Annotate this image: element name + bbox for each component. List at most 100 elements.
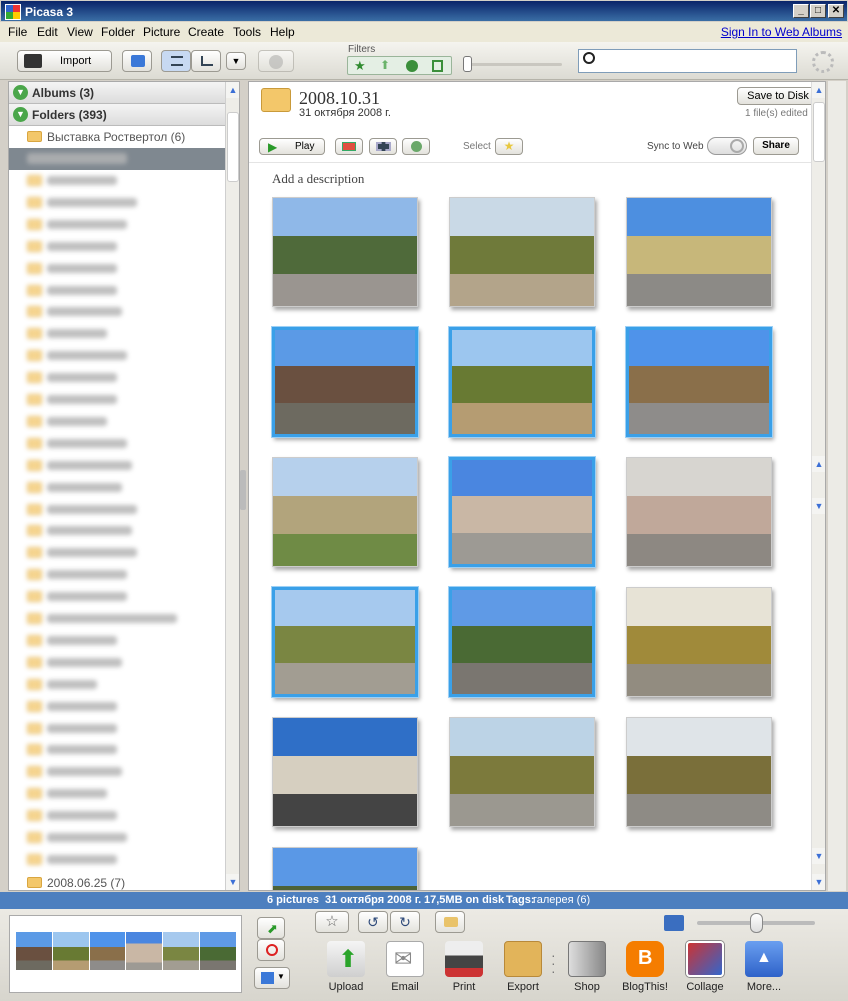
folder-item[interactable] [9, 608, 227, 630]
search-input[interactable] [601, 53, 791, 69]
folder-item[interactable] [9, 652, 227, 674]
folder-item[interactable] [9, 367, 227, 389]
photo-thumbnail[interactable] [626, 327, 772, 437]
scroll-down-icon[interactable]: ▼ [226, 874, 239, 890]
upload-button[interactable]: ⬆ Upload [318, 941, 374, 999]
tray-thumb[interactable] [89, 932, 126, 970]
tag-button[interactable] [435, 911, 465, 933]
pane-splitter[interactable] [240, 470, 246, 510]
star-button[interactable]: ☆ [315, 911, 349, 933]
share-button[interactable]: Share [753, 137, 799, 155]
folder-item[interactable] [9, 783, 227, 805]
folder-item[interactable] [9, 411, 227, 433]
collage-button[interactable]: Collage [677, 941, 733, 999]
folder-item[interactable] [9, 564, 227, 586]
scroll-down-icon[interactable]: ▼ [812, 874, 825, 890]
folder-item[interactable] [9, 455, 227, 477]
photo-thumbnail[interactable] [272, 197, 418, 307]
folder-item[interactable] [9, 345, 227, 367]
filter-slider-track[interactable] [467, 63, 562, 66]
play-button[interactable]: ▶ Play [259, 138, 325, 155]
scroll-up-icon[interactable]: ▲ [226, 82, 239, 98]
maximize-button[interactable]: □ [810, 4, 826, 18]
albums-section[interactable]: ▼ Albums (3) [9, 82, 227, 104]
photo-thumbnail[interactable] [272, 587, 418, 697]
create-collage-button[interactable] [335, 138, 363, 155]
upload-filter-icon[interactable]: ⬆ [380, 58, 390, 72]
more-button[interactable]: ▲ More... [736, 941, 792, 999]
folder-item[interactable] [9, 739, 227, 761]
folder-item[interactable] [9, 805, 227, 827]
geotag-button[interactable] [402, 138, 430, 155]
menu-create[interactable]: Create [188, 25, 224, 39]
menu-tools[interactable]: Tools [233, 25, 261, 39]
folder-item[interactable] [9, 433, 227, 455]
import-button[interactable]: Import [17, 50, 112, 72]
collapse-icon[interactable]: ▼ [13, 85, 28, 100]
photo-thumbnail[interactable] [626, 197, 772, 307]
close-button[interactable]: ✕ [828, 4, 844, 18]
folder-item[interactable] [9, 214, 227, 236]
tree-view-button[interactable] [191, 50, 221, 72]
folder-item[interactable] [9, 849, 227, 871]
thumbnail-view-button[interactable] [161, 50, 191, 72]
movie-filter-icon[interactable] [432, 60, 443, 72]
menu-edit[interactable]: Edit [37, 25, 58, 39]
photo-thumbnail[interactable] [449, 587, 595, 697]
photo-thumbnail[interactable] [449, 197, 595, 307]
print-button[interactable]: Print [436, 941, 492, 999]
tray-thumb[interactable] [16, 932, 52, 970]
folder-item[interactable] [9, 192, 227, 214]
create-movie-button[interactable] [369, 138, 397, 155]
photo-thumbnail[interactable] [272, 327, 418, 437]
menu-folder[interactable]: Folder [101, 25, 135, 39]
collapse-icon[interactable]: ▼ [13, 107, 28, 122]
folder-item[interactable] [9, 761, 227, 783]
add-to-album-button[interactable]: ▼ [254, 967, 290, 989]
menu-file[interactable]: File [8, 25, 27, 39]
photo-thumbnail[interactable] [449, 457, 595, 567]
scroll-thumb[interactable] [813, 102, 825, 162]
folder-item[interactable] [9, 477, 227, 499]
minimize-button[interactable]: _ [793, 4, 809, 18]
photo-thumbnail[interactable] [449, 327, 595, 437]
shop-button[interactable]: Shop [559, 941, 615, 999]
folder-item[interactable] [9, 630, 227, 652]
filter-slider-thumb[interactable] [463, 56, 472, 72]
scroll-up-icon[interactable]: ▲ [812, 456, 825, 472]
folder-item[interactable] [9, 827, 227, 849]
folder-item[interactable] [9, 236, 227, 258]
photo-thumbnail[interactable] [272, 457, 418, 567]
scroll-down-icon[interactable]: ▼ [812, 498, 825, 514]
scroll-up-icon[interactable]: ▲ [812, 82, 825, 98]
library-scrollbar[interactable]: ▲ ▼ [225, 82, 239, 890]
folder-item[interactable] [9, 696, 227, 718]
folder-item[interactable] [9, 170, 227, 192]
folder-item[interactable] [9, 389, 227, 411]
menu-view[interactable]: View [67, 25, 93, 39]
select-starred-star-icon[interactable]: ★ [495, 138, 523, 155]
folder-scrollbar[interactable]: ▲ ▲ ▼ ▼ ▼ [811, 82, 825, 890]
scroll-thumb[interactable] [227, 112, 239, 182]
tray-thumb[interactable] [200, 932, 236, 970]
photo-thumbnail[interactable] [626, 457, 772, 567]
sign-in-link[interactable]: Sign In to Web Albums [721, 25, 842, 39]
new-album-button[interactable] [122, 50, 152, 72]
photo-thumbnail[interactable] [272, 717, 418, 827]
folder-item-selected[interactable] [9, 148, 227, 170]
rotate-right-button[interactable]: ↻ [390, 911, 420, 933]
tray-thumb[interactable] [126, 932, 163, 970]
folder-item[interactable]: 2008.06.25 (7) [9, 872, 227, 890]
search-box[interactable] [578, 49, 797, 73]
folder-item[interactable] [9, 499, 227, 521]
folders-section[interactable]: ▼ Folders (393) [9, 104, 227, 126]
rotate-left-button[interactable]: ↺ [358, 911, 388, 933]
star-filter-icon[interactable]: ★ [354, 58, 366, 74]
menu-picture[interactable]: Picture [143, 25, 180, 39]
folder-item[interactable] [9, 301, 227, 323]
folder-item[interactable] [9, 674, 227, 696]
folder-item[interactable] [9, 586, 227, 608]
save-to-disk-button[interactable]: Save to Disk [737, 87, 819, 105]
folder-item[interactable] [9, 323, 227, 345]
people-filter-icon[interactable] [406, 60, 418, 72]
